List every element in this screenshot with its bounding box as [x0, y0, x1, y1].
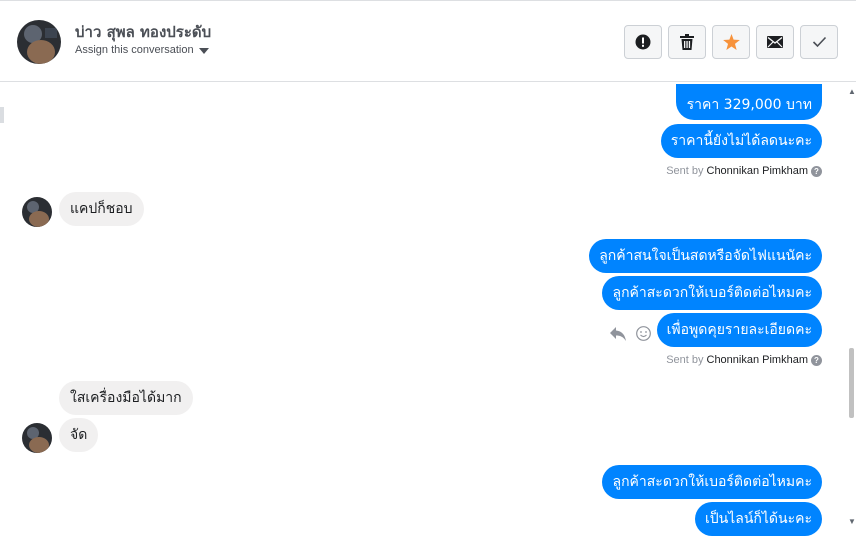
outgoing-message[interactable]: ลูกค้าสนใจเป็นสดหรือจัดไฟแนนัคะ: [589, 239, 822, 273]
incoming-message[interactable]: ใสเครื่องมือได้มาก: [59, 381, 193, 415]
conversation-actions: [624, 25, 838, 59]
outgoing-message[interactable]: เป็นไลน์ก็ได้นะคะ: [694, 502, 822, 536]
scroll-down-icon[interactable]: ▼: [848, 517, 856, 526]
spam-button[interactable]: [624, 25, 662, 59]
caret-down-icon: [198, 47, 209, 54]
outgoing-message[interactable]: ราคา 329,000 บาท: [675, 84, 822, 120]
assign-conversation-dropdown[interactable]: Assign this conversation: [75, 44, 209, 56]
sent-by-agent[interactable]: Chonnikan Pimkham: [707, 354, 809, 366]
message-thread[interactable]: ราคา 329,000 บาท ราคานี้ยังไม่ได้ลดนะคะ …: [0, 83, 846, 540]
help-icon[interactable]: ?: [811, 165, 822, 177]
sent-by-label: Sent by Chonnikan Pimkham ?: [666, 354, 822, 366]
contact-avatar-small[interactable]: [22, 423, 52, 453]
mark-done-button[interactable]: [800, 25, 838, 59]
thread-edge-marker: [0, 107, 4, 123]
outgoing-message[interactable]: เพื่อพูดคุยรายละเอียดคะ: [656, 313, 822, 347]
mark-unread-button[interactable]: [756, 25, 794, 59]
incoming-message[interactable]: จัด: [59, 418, 99, 452]
reply-icon[interactable]: [610, 326, 626, 341]
check-icon: [812, 36, 826, 48]
star-button[interactable]: [712, 25, 750, 59]
scroll-up-icon[interactable]: ▲: [848, 87, 856, 96]
contact-avatar-small[interactable]: [22, 197, 52, 227]
thread-scrollbar[interactable]: ▲ ▼: [846, 83, 856, 540]
alert-icon: [635, 34, 651, 50]
sent-by-prefix: Sent by: [666, 354, 704, 366]
emoji-icon[interactable]: [636, 326, 651, 341]
assign-label: Assign this conversation: [75, 44, 194, 56]
outgoing-message[interactable]: ราคานี้ยังไม่ได้ลดนะคะ: [660, 124, 822, 158]
trash-icon: [680, 34, 694, 50]
delete-button[interactable]: [668, 25, 706, 59]
contact-avatar[interactable]: [17, 20, 61, 64]
scroll-thumb[interactable]: [849, 348, 854, 418]
envelope-icon: [767, 36, 783, 48]
help-icon[interactable]: ?: [811, 354, 822, 366]
outgoing-message[interactable]: ลูกค้าสะดวกให้เบอร์ติดต่อไหมคะ: [602, 276, 822, 310]
conversation-header: บ่าว สุพล ทองประดับ Assign this conversa…: [0, 0, 856, 82]
star-icon: [722, 34, 740, 50]
outgoing-message[interactable]: ลูกค้าสะดวกให้เบอร์ติดต่อไหมคะ: [602, 465, 822, 499]
sent-by-label: Sent by Chonnikan Pimkham ?: [666, 165, 822, 177]
sent-by-prefix: Sent by: [666, 165, 704, 177]
incoming-message[interactable]: แคปก็ชอบ: [59, 192, 144, 226]
contact-name: บ่าว สุพล ทองประดับ: [75, 23, 212, 41]
message-hover-actions: [610, 326, 651, 341]
sent-by-agent[interactable]: Chonnikan Pimkham: [707, 165, 809, 177]
